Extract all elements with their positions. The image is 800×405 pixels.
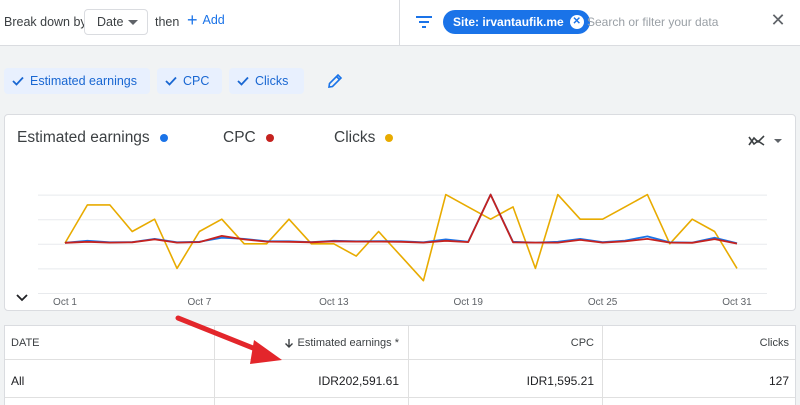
filter-icon[interactable]	[416, 15, 432, 29]
metric-label: Clicks	[255, 74, 289, 88]
x-tick-label: Oct 13	[319, 297, 349, 308]
check-icon	[12, 76, 24, 86]
plus-icon: +	[187, 10, 198, 30]
add-label: Add	[202, 13, 225, 27]
edit-icon[interactable]	[326, 72, 344, 90]
chart-card: Estimated earnings CPC Clicks Oct 1 Oct 7…	[4, 114, 796, 311]
x-tick-label: Oct 7	[187, 297, 211, 308]
top-toolbar: Break down by Date then + Add Site: irva…	[0, 0, 800, 46]
column-divider	[602, 326, 603, 405]
cell-date: All	[11, 374, 25, 388]
metric-label: Estimated earnings	[30, 74, 138, 88]
close-icon[interactable]: ✕	[769, 11, 787, 29]
metric-chip-clicks[interactable]: Clicks	[229, 68, 304, 94]
series-line-estimated-earnings	[64, 193, 738, 245]
header-estimated-earnings[interactable]: Estimated earnings *	[284, 337, 400, 349]
metric-label: CPC	[183, 74, 210, 88]
toolbar-divider	[399, 0, 400, 46]
check-icon	[165, 76, 177, 86]
row-divider	[5, 359, 795, 360]
header-cpc[interactable]: CPC	[571, 337, 594, 349]
x-tick-label: Oct 19	[453, 297, 483, 308]
row-divider	[5, 397, 795, 398]
x-tick-label: Oct 25	[588, 297, 618, 308]
caret-down-icon	[128, 20, 138, 25]
cell-clicks: 127	[768, 374, 789, 388]
header-label: Estimated earnings *	[297, 337, 400, 349]
series-line-cpc	[64, 193, 738, 245]
chevron-down-icon[interactable]	[15, 293, 29, 303]
header-clicks[interactable]: Clicks	[760, 337, 789, 349]
annotation-arrow	[175, 315, 282, 364]
add-breakdown-button[interactable]: + Add	[187, 10, 225, 30]
report-table: DATE Estimated earnings * CPC Clicks All…	[4, 325, 796, 405]
remove-filter-icon[interactable]: ✕	[569, 15, 584, 29]
adsense-report-view: Break down by Date then + Add Site: irva…	[0, 0, 800, 405]
header-date[interactable]: DATE	[11, 337, 40, 349]
line-chart: Oct 1 Oct 7 Oct 13 Oct 19 Oct 25 Oct 31	[38, 193, 767, 308]
cell-cpc: IDR1,595.21	[526, 374, 594, 388]
breakdown-date-select[interactable]: Date	[84, 9, 148, 35]
site-filter-label: Site: irvantaufik.me	[453, 15, 564, 29]
site-filter-chip[interactable]: Site: irvantaufik.me ✕	[443, 10, 590, 34]
metric-chip-estimated-earnings[interactable]: Estimated earnings	[4, 68, 150, 94]
then-label: then	[155, 15, 180, 29]
x-tick-label: Oct 1	[53, 297, 77, 308]
cell-estimated-earnings: IDR202,591.61	[318, 374, 399, 388]
column-divider	[408, 326, 409, 405]
metric-chip-cpc[interactable]: CPC	[157, 68, 222, 94]
x-tick-label: Oct 31	[722, 297, 752, 308]
check-icon	[237, 76, 249, 86]
breakdown-label: Break down by	[4, 15, 87, 29]
search-filter-input[interactable]	[587, 12, 757, 32]
date-select-value: Date	[97, 15, 124, 29]
